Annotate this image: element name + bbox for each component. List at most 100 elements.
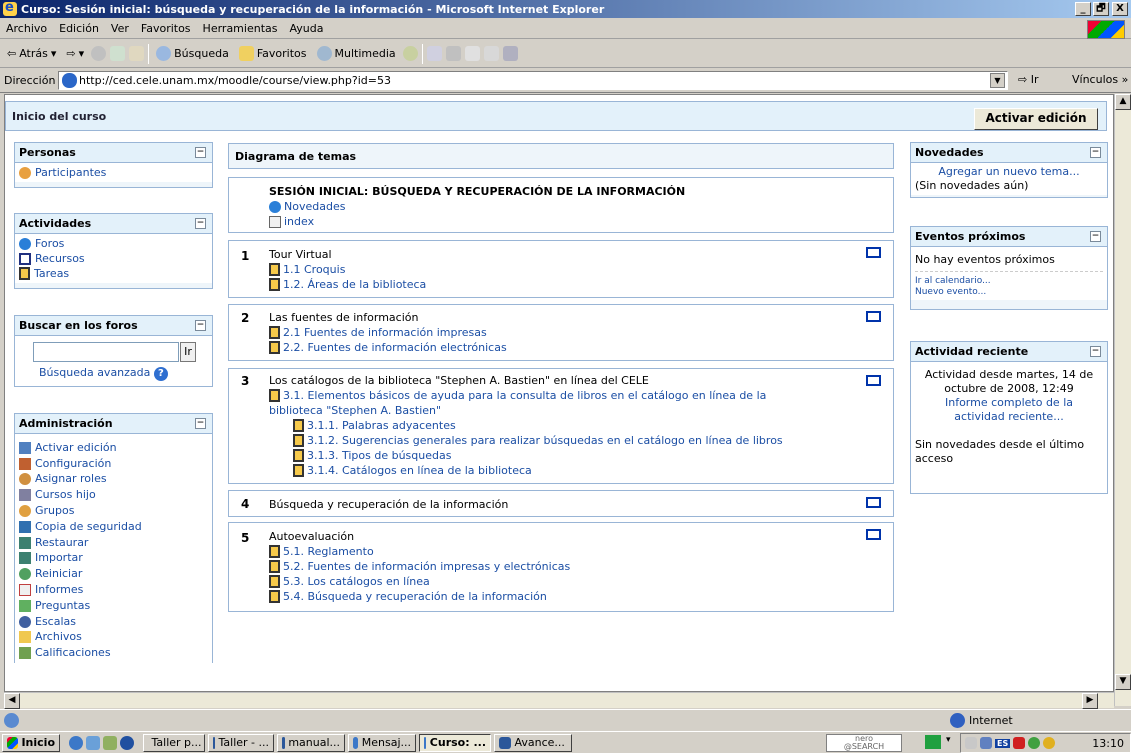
scroll-down-button[interactable]: ▼	[1115, 674, 1131, 690]
show-only-topic-icon[interactable]	[866, 247, 881, 258]
advanced-search-link[interactable]: Búsqueda avanzada ?	[39, 366, 168, 381]
horizontal-scrollbar[interactable]: ◀ ▶	[4, 692, 1114, 709]
admin-item[interactable]: Informes	[19, 582, 208, 598]
forward-button[interactable]: ⇨ ▾	[63, 47, 87, 60]
media-player-quicklaunch-icon[interactable]	[120, 735, 134, 750]
show-only-topic-icon[interactable]	[866, 529, 881, 540]
admin-link[interactable]: Calificaciones	[35, 646, 111, 660]
maximize-button[interactable]: 🗗	[1093, 2, 1109, 16]
volume-icon[interactable]	[965, 737, 977, 749]
task-button[interactable]: Avance...	[494, 733, 572, 752]
activity-link[interactable]: Novedades	[284, 199, 345, 214]
activity-link[interactable]: 2.1 Fuentes de información impresas	[283, 325, 487, 340]
admin-link[interactable]: Activar edición	[35, 441, 117, 455]
scroll-left-button[interactable]: ◀	[4, 693, 20, 709]
help-icon[interactable]: ?	[153, 367, 168, 381]
activity-item[interactable]: 3.1.4. Catálogos en línea de la bibliote…	[269, 463, 783, 478]
scroll-right-button[interactable]: ▶	[1082, 693, 1098, 709]
admin-item[interactable]: Archivos	[19, 630, 208, 646]
activity-item[interactable]: 3.1. Elementos básicos de ayuda para la …	[269, 388, 783, 403]
refresh-icon[interactable]	[110, 46, 126, 61]
admin-link[interactable]: Archivos	[35, 630, 82, 644]
admin-item[interactable]: Asignar roles	[19, 472, 208, 488]
edit-icon[interactable]	[464, 46, 480, 61]
list-item[interactable]: Tareas	[19, 266, 208, 281]
calendar-link[interactable]: Ir al calendario...	[915, 276, 991, 286]
tray-app-icon[interactable]	[1028, 737, 1041, 749]
messenger-icon[interactable]	[502, 46, 518, 61]
language-indicator[interactable]: ES	[995, 738, 1011, 748]
vertical-scrollbar[interactable]: ▲ ▼	[1114, 94, 1131, 706]
activity-item[interactable]: 2.2. Fuentes de información electrónicas	[269, 340, 507, 355]
home-icon[interactable]	[129, 46, 145, 61]
activity-item[interactable]: 5.3. Los catálogos en línea	[269, 574, 570, 589]
activity-link[interactable]: 3.1. Elementos básicos de ayuda para la …	[283, 388, 766, 403]
stop-icon[interactable]	[91, 46, 107, 61]
activity-item[interactable]: 3.1.1. Palabras adyacentes	[269, 418, 783, 433]
admin-item[interactable]: Importar	[19, 551, 208, 567]
admin-item[interactable]: Reiniciar	[19, 566, 208, 582]
nero-go-icon[interactable]	[925, 735, 941, 749]
activity-item[interactable]: Novedades	[269, 199, 685, 214]
task-button[interactable]: Mensaj...	[348, 733, 416, 752]
admin-item[interactable]: Grupos	[19, 503, 208, 519]
list-item[interactable]: Foros	[19, 236, 208, 251]
activity-item[interactable]: 1.2. Áreas de la biblioteca	[269, 277, 426, 292]
collapse-button[interactable]: −	[195, 218, 206, 229]
show-only-topic-icon[interactable]	[866, 375, 881, 386]
back-button[interactable]: ⇦ Atrás ▾	[4, 47, 59, 60]
discuss-icon[interactable]	[483, 46, 499, 61]
admin-item[interactable]: Activar edición	[19, 440, 208, 456]
messenger-tray-icon[interactable]	[1043, 737, 1056, 749]
network-icon[interactable]	[980, 737, 992, 749]
new-event-link[interactable]: Nuevo evento...	[915, 287, 986, 297]
nero-dropdown[interactable]: ▾	[946, 735, 951, 745]
full-report-link-continued[interactable]: actividad reciente...	[954, 410, 1063, 423]
forum-search-go-button[interactable]: Ir	[180, 342, 196, 362]
scroll-up-button[interactable]: ▲	[1115, 94, 1131, 110]
favorites-button[interactable]: Favoritos	[236, 46, 310, 61]
print-icon[interactable]	[445, 46, 461, 61]
participants-link[interactable]: Participantes	[35, 166, 106, 180]
activity-link[interactable]: 5.2. Fuentes de información impresas y e…	[283, 559, 570, 574]
resources-link[interactable]: Recursos	[35, 252, 85, 266]
admin-link[interactable]: Grupos	[35, 504, 74, 518]
activity-item[interactable]: 2.1 Fuentes de información impresas	[269, 325, 507, 340]
activity-item[interactable]: index	[269, 214, 685, 229]
activate-editing-button[interactable]: Activar edición	[974, 108, 1098, 130]
forum-search-input[interactable]	[33, 342, 179, 362]
activity-link[interactable]: 1.1 Croquis	[283, 262, 345, 277]
activity-item[interactable]: 3.1.3. Tipos de búsquedas	[269, 448, 783, 463]
course-home-link[interactable]: Inicio del curso	[12, 110, 106, 123]
menu-ver[interactable]: Ver	[105, 22, 135, 35]
task-button[interactable]: manual...	[277, 733, 345, 752]
collapse-button[interactable]: −	[1090, 231, 1101, 242]
activity-link[interactable]: 3.1.4. Catálogos en línea de la bibliote…	[307, 463, 532, 478]
antivirus-icon[interactable]	[1013, 737, 1026, 749]
task-button[interactable]: Taller - ...	[208, 733, 274, 752]
admin-item[interactable]: Escalas	[19, 614, 208, 630]
admin-link[interactable]: Reiniciar	[35, 567, 82, 581]
menu-ayuda[interactable]: Ayuda	[283, 22, 329, 35]
menu-favoritos[interactable]: Favoritos	[135, 22, 197, 35]
admin-link[interactable]: Asignar roles	[35, 472, 107, 486]
task-button-active[interactable]: Curso: ...	[419, 733, 491, 752]
address-dropdown-button[interactable]: ▼	[990, 73, 1005, 88]
admin-link[interactable]: Restaurar	[35, 536, 88, 550]
activity-link[interactable]: 5.1. Reglamento	[283, 544, 374, 559]
activity-link[interactable]: 5.4. Búsqueda y recuperación de la infor…	[283, 589, 547, 604]
collapse-button[interactable]: −	[195, 320, 206, 331]
history-icon[interactable]	[402, 46, 418, 61]
activity-link[interactable]: index	[284, 214, 314, 229]
desktop-quicklaunch-icon[interactable]	[86, 735, 100, 750]
address-input[interactable]: http://ced.cele.unam.mx/moodle/course/vi…	[58, 71, 1008, 90]
media-button[interactable]: Multimedia	[314, 46, 399, 61]
menu-archivo[interactable]: Archivo	[0, 22, 53, 35]
menu-edicion[interactable]: Edición	[53, 22, 105, 35]
admin-link[interactable]: Cursos hijo	[35, 488, 96, 502]
activity-item[interactable]: 3.1.2. Sugerencias generales para realiz…	[269, 433, 783, 448]
activity-link[interactable]: 3.1.3. Tipos de búsquedas	[307, 448, 451, 463]
admin-item[interactable]: Configuración	[19, 456, 208, 472]
activity-link[interactable]: 3.1.2. Sugerencias generales para realiz…	[307, 433, 783, 448]
activity-item[interactable]: 5.1. Reglamento	[269, 544, 570, 559]
